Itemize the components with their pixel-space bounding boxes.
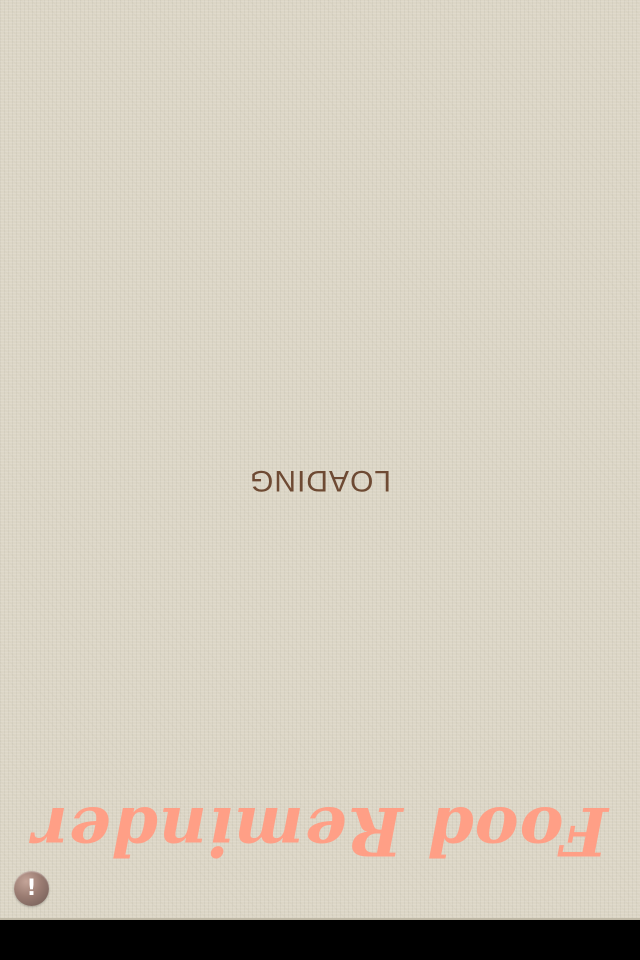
app-screen: LOADING Food Reminder ! xyxy=(0,0,640,960)
alert-button[interactable]: ! xyxy=(14,871,49,906)
exclamation-icon: ! xyxy=(26,876,37,901)
app-title-logo: Food Reminder xyxy=(31,792,609,870)
loading-label: LOADING xyxy=(248,464,392,497)
bottom-black-bar xyxy=(0,920,640,960)
